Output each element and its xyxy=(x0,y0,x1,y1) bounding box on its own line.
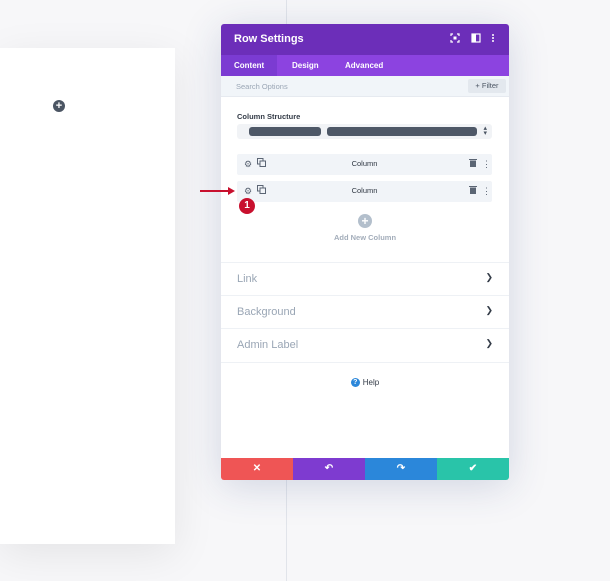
chevron-down-icon: ❯ xyxy=(485,338,493,348)
toggle-label: Admin Label xyxy=(237,339,299,351)
tab-design[interactable]: Design xyxy=(279,55,332,76)
toggle-background[interactable]: Background ❯ xyxy=(221,295,509,329)
search-input[interactable] xyxy=(221,76,476,96)
undo-button[interactable]: ↶ xyxy=(293,458,365,480)
add-column-button[interactable]: + xyxy=(358,214,372,228)
help-link[interactable]: ? Help xyxy=(221,378,509,388)
help-label: Help xyxy=(362,378,380,387)
more-icon[interactable]: ⋮ xyxy=(482,158,491,170)
structure-column-bar xyxy=(249,127,321,136)
column-item[interactable]: ⚙ Column ⋮ xyxy=(237,181,492,202)
modal-title: Row Settings xyxy=(234,33,304,45)
row-settings-modal: Row Settings Content Design Advanced + F… xyxy=(221,24,509,480)
trash-icon[interactable] xyxy=(469,158,477,170)
toggle-label: Background xyxy=(237,306,296,318)
modal-header: Row Settings xyxy=(221,24,509,55)
canvas-section: + xyxy=(0,48,175,544)
trash-icon[interactable] xyxy=(469,185,477,197)
column-structure-label: Column Structure xyxy=(237,112,301,121)
column-structure-select[interactable]: ▴ ▾ xyxy=(237,124,492,139)
redo-button[interactable]: ↷ xyxy=(365,458,437,480)
cancel-button[interactable]: ✕ xyxy=(221,458,293,480)
toggle-label: Link xyxy=(237,273,258,285)
tab-content[interactable]: Content xyxy=(221,55,278,76)
expand-icon[interactable] xyxy=(449,33,461,45)
tab-bar: Content Design Advanced xyxy=(221,55,509,76)
select-arrows-icon: ▴ ▾ xyxy=(483,125,487,137)
annotation-arrow-head xyxy=(228,187,235,195)
column-label: Column xyxy=(351,186,378,195)
column-label: Column xyxy=(351,159,378,168)
add-row-icon[interactable]: + xyxy=(53,100,65,112)
chevron-down-icon: ❯ xyxy=(485,305,493,315)
more-icon[interactable]: ⋮ xyxy=(482,185,491,197)
annotation-badge: 1 xyxy=(239,198,255,214)
column-item[interactable]: ⚙ Column ⋮ xyxy=(237,154,492,175)
search-bar: + Filter xyxy=(221,76,509,97)
toggle-link[interactable]: Link ❯ xyxy=(221,262,509,296)
question-icon: ? xyxy=(350,378,360,388)
modal-footer: ✕ ↶ ↷ ✔ xyxy=(221,458,509,480)
tab-advanced[interactable]: Advanced xyxy=(332,55,396,76)
toggle-admin-label[interactable]: Admin Label ❯ xyxy=(221,328,509,363)
filter-button[interactable]: + Filter xyxy=(468,79,506,93)
add-column-label[interactable]: Add New Column xyxy=(221,233,509,242)
chevron-down-icon: ❯ xyxy=(485,272,493,282)
structure-column-bar xyxy=(327,127,477,136)
save-button[interactable]: ✔ xyxy=(437,458,509,480)
annotation-arrow xyxy=(200,190,230,192)
sidebar-icon[interactable] xyxy=(470,33,482,45)
more-icon[interactable] xyxy=(487,33,499,45)
